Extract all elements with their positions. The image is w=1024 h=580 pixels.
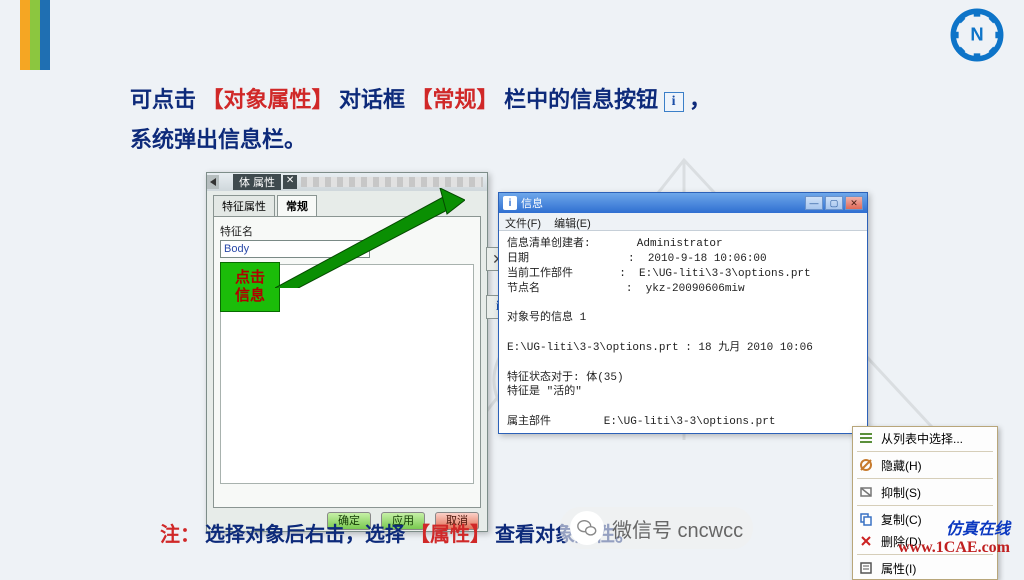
accent-bar-orange: [20, 0, 30, 70]
accent-bar-green: [30, 0, 40, 70]
titlebar-left-arrow-icon[interactable]: [207, 175, 219, 189]
wechat-badge: 微信号 cncwcc: [560, 507, 753, 549]
window-controls: — ▢ ✕: [805, 196, 863, 210]
watermark-line2: www.1CAE.com: [898, 539, 1010, 557]
information-window: i 信息 — ▢ ✕ 文件(F) 编辑(E) 信息清单创建者: Administ…: [498, 192, 868, 434]
ctx-label: 隐藏(H): [881, 457, 922, 474]
tab-feature-props[interactable]: 特征属性: [213, 195, 275, 216]
dialog-title: 体 属性: [233, 174, 281, 190]
callout-click-info: 点击 信息: [220, 262, 280, 312]
menu-separator: [857, 451, 993, 452]
minimize-button[interactable]: —: [805, 196, 823, 210]
accent-bar-blue: [40, 0, 50, 70]
menu-edit[interactable]: 编辑(E): [554, 218, 591, 230]
tab-general[interactable]: 常规: [277, 195, 317, 216]
footer-body: 选择对象后右击，选择: [205, 524, 405, 546]
ctx-hide[interactable]: 隐藏(H): [853, 454, 997, 476]
info-icon: i: [664, 92, 684, 112]
dialog-tabs: 特征属性 常规: [213, 195, 487, 216]
watermark: 仿真在线 www.1CAE.com: [898, 515, 1010, 557]
properties-icon: [857, 559, 875, 577]
ctx-label: 从列表中选择...: [881, 430, 963, 447]
close-window-button[interactable]: ✕: [845, 196, 863, 210]
heading-tail: ，: [689, 87, 711, 112]
ctx-select-from-list[interactable]: 从列表中选择...: [853, 427, 997, 449]
ctx-label: 属性(I): [881, 560, 916, 577]
dialog-titlebar: 体 属性 ✕: [207, 173, 487, 191]
menu-separator: [857, 478, 993, 479]
feature-name-input[interactable]: [220, 240, 370, 258]
dialog-title-close-icon[interactable]: ✕: [283, 175, 297, 189]
titlebar-grip: [301, 177, 483, 187]
info-window-body: 信息清单创建者: Administrator 日期 : 2010-9-18 10…: [499, 231, 867, 429]
list-icon: [857, 429, 875, 447]
wechat-icon: [570, 511, 604, 545]
heading-seg-2: 对话框: [339, 87, 405, 112]
delete-icon: [857, 532, 875, 550]
object-properties-dialog: 体 属性 ✕ 特征属性 常规 特征名 ✕ i 确定 应用 取消: [206, 172, 488, 532]
menu-separator: [857, 505, 993, 506]
hide-icon: [857, 456, 875, 474]
callout-line2: 信息: [225, 287, 275, 305]
info-window-titlebar: i 信息 — ▢ ✕: [499, 193, 867, 213]
heading-bracket-2: 【常规】: [411, 87, 499, 112]
suppress-icon: [857, 483, 875, 501]
ctx-suppress[interactable]: 抑制(S): [853, 481, 997, 503]
info-window-menubar: 文件(F) 编辑(E): [499, 213, 867, 231]
copy-icon: [857, 510, 875, 528]
info-window-icon: i: [503, 196, 517, 210]
heading-seg-3: 栏中的信息按钮: [504, 87, 658, 112]
maximize-button[interactable]: ▢: [825, 196, 843, 210]
menu-file[interactable]: 文件(F): [505, 218, 541, 230]
watermark-line1: 仿真在线: [898, 515, 1010, 539]
brand-logo-icon: N: [950, 8, 1004, 62]
heading-line2: 系统弹出信息栏。: [130, 127, 306, 152]
ctx-properties[interactable]: 属性(I): [853, 557, 997, 579]
wechat-label: 微信号 cncwcc: [612, 514, 743, 543]
footer-prefix: 注：: [160, 524, 200, 546]
accent-bars: [20, 0, 50, 70]
svg-text:N: N: [970, 23, 983, 44]
footer-bracket: 【属性】: [410, 524, 490, 546]
callout-line1: 点击: [225, 269, 275, 287]
info-window-title: 信息: [521, 195, 543, 211]
feature-name-label: 特征名: [220, 223, 474, 239]
heading-seg-1: 可点击: [130, 87, 196, 112]
instruction-heading: 可点击 【对象属性】 对话框 【常规】 栏中的信息按钮 i ， 系统弹出信息栏。: [130, 80, 910, 159]
tab-general-panel: 特征名 ✕ i: [213, 216, 481, 508]
ctx-label: 抑制(S): [881, 484, 921, 501]
heading-bracket-1: 【对象属性】: [202, 87, 334, 112]
